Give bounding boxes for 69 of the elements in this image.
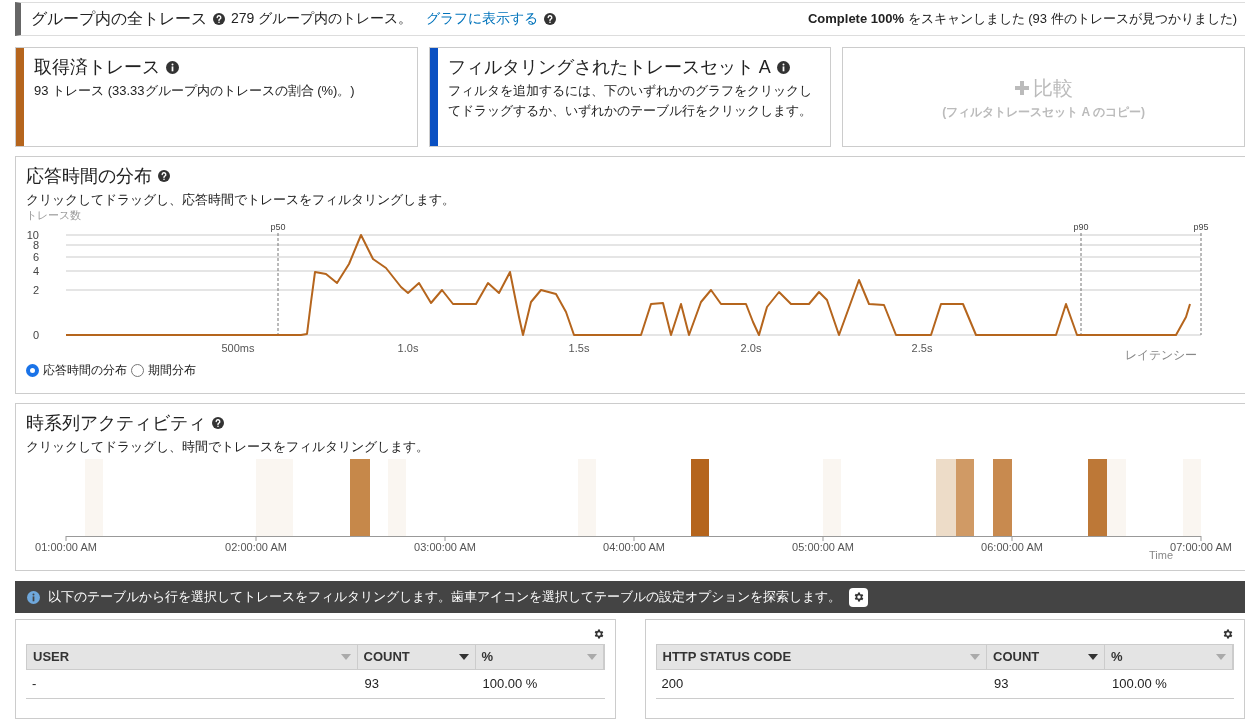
table-cell-text: 93 bbox=[363, 675, 380, 694]
scan-status: Complete 100% をスキャンしました (93 件のトレースが見つかりました) bbox=[807, 10, 1237, 29]
x-tick-label: 05:00:00 AM bbox=[792, 535, 854, 554]
latency-chart[interactable]: 10 8 6 4 2 0 500ms 1.0s 1.5s 2.0s 2.5s p50 p90 p95 レイテンシー bbox=[26, 221, 1216, 362]
x-tick-label: 2.5s bbox=[911, 342, 933, 355]
sort-caret-icon bbox=[340, 654, 351, 660]
x-tick-label: 2.0s bbox=[740, 342, 762, 355]
column-header[interactable]: HTTP STATUS CODE bbox=[656, 645, 987, 669]
panel-title: 時系列アクティビティ bbox=[26, 411, 206, 435]
x-tick-label: 1.5s bbox=[568, 342, 590, 355]
panel-title: 応答時間の分布 bbox=[26, 164, 152, 188]
help-icon bbox=[212, 417, 224, 430]
trace-count: 279 グループ内のトレース。 bbox=[231, 9, 413, 29]
compare-subtitle: (フィルタトレースセット A のコピー) bbox=[942, 103, 1146, 121]
x-tick-label: 1.0s bbox=[397, 342, 419, 355]
info-icon bbox=[166, 60, 179, 74]
table-cell-text: - bbox=[31, 675, 38, 694]
plus-icon bbox=[1014, 80, 1029, 95]
y-tick-label: 8 bbox=[32, 239, 39, 252]
sort-caret-icon bbox=[1088, 654, 1098, 660]
table-cell-text: 200 bbox=[660, 675, 685, 694]
sort-caret-icon bbox=[458, 654, 469, 660]
table-cell-text: 93 bbox=[993, 675, 1010, 694]
sort-caret-icon bbox=[586, 654, 597, 660]
radio-option[interactable]: 期間分布 bbox=[131, 361, 196, 380]
gear-icon bbox=[852, 591, 865, 604]
card-title: 取得済トレース bbox=[34, 55, 160, 79]
compare-title: 比較 bbox=[1032, 75, 1073, 101]
card-text: フィルタを追加するには、下のいずれかのグラフをクリックしてドラッグするか、いずれかのテーブル行をクリックします。 bbox=[447, 81, 813, 120]
y-tick-label: 10 bbox=[26, 229, 39, 242]
settings-button[interactable] bbox=[849, 587, 868, 607]
column-header[interactable]: COUNT bbox=[357, 645, 476, 669]
x-tick-label: 02:00:00 AM bbox=[225, 535, 287, 554]
timeline-chart[interactable]: 01:00:00 AM 02:00:00 AM 03:00:00 AM 04:00:00 AM 05:00:00 AM 06:00:00 AM 07:00:00 AM Time bbox=[26, 456, 1236, 567]
table-cell-text: 100.00 % bbox=[481, 675, 539, 694]
y-tick-label: 6 bbox=[32, 251, 39, 264]
table-cell-text: 100.00 % bbox=[1111, 675, 1168, 694]
x-tick-label: 07:00:00 AM bbox=[1170, 535, 1232, 554]
settings-icon[interactable] bbox=[1222, 628, 1234, 640]
panel-subtitle: クリックしてドラッグし、応答時間でトレースをフィルタリングします。 bbox=[26, 190, 456, 209]
help-icon bbox=[158, 170, 170, 183]
y-tick-label: 2 bbox=[32, 284, 39, 297]
x-axis-label: レイテンシー bbox=[1125, 348, 1197, 362]
column-header[interactable]: % bbox=[1105, 645, 1233, 669]
info-icon bbox=[27, 590, 40, 604]
radio-option[interactable]: 応答時間の分布 bbox=[26, 361, 127, 380]
x-tick-label: 03:00:00 AM bbox=[414, 535, 476, 554]
column-header[interactable]: COUNT bbox=[987, 645, 1105, 669]
y-axis-label: トレース数 bbox=[26, 209, 82, 222]
show-in-graph-link[interactable]: グラフに表示する bbox=[426, 8, 539, 30]
column-header[interactable]: % bbox=[475, 645, 604, 669]
x-tick-label: 01:00:00 AM bbox=[35, 535, 97, 554]
card-text: 93 トレース (33.33グループ内のトレースの割合 (%)。) bbox=[34, 81, 355, 100]
panel-subtitle: クリックしてドラッグし、時間でトレースをフィルタリングします。 bbox=[26, 437, 430, 456]
x-tick-label: 06:00:00 AM bbox=[981, 535, 1043, 554]
x-tick-label: 04:00:00 AM bbox=[603, 535, 665, 554]
help-icon bbox=[213, 12, 225, 25]
column-header[interactable]: USER bbox=[27, 645, 358, 669]
info-text: 以下のテーブルから行を選択してトレースをフィルタリングします。歯車アイコンを選択してテーブルの設定オプションを探索します。 bbox=[48, 588, 841, 607]
info-icon bbox=[776, 60, 790, 74]
settings-icon[interactable] bbox=[592, 628, 605, 640]
x-tick-label: 500ms bbox=[221, 342, 255, 355]
header-title: グループ内の全トレース bbox=[31, 8, 207, 29]
y-tick-label: 4 bbox=[32, 265, 39, 278]
y-tick-label: 0 bbox=[32, 329, 39, 342]
card-title: フィルタリングされたトレースセット A bbox=[447, 55, 771, 79]
help-icon bbox=[544, 12, 557, 25]
sort-caret-icon bbox=[1216, 654, 1226, 660]
sort-caret-icon bbox=[970, 654, 980, 660]
